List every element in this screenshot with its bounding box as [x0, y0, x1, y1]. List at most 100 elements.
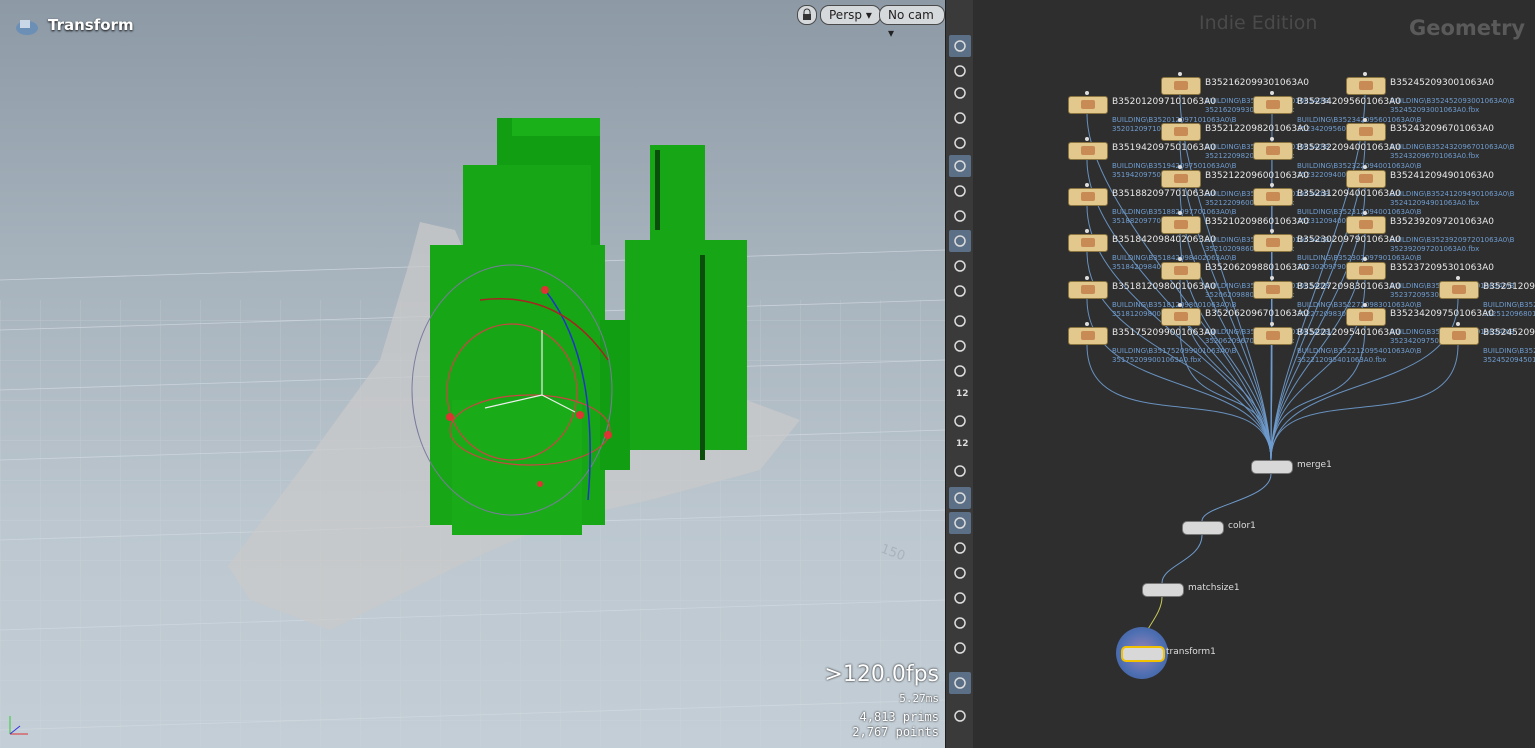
output-connector[interactable]	[1456, 322, 1460, 326]
output-connector[interactable]	[1085, 183, 1089, 187]
wireframe-button[interactable]	[949, 255, 971, 277]
file-node-body[interactable]	[1346, 123, 1386, 141]
file-node-body[interactable]	[1346, 216, 1386, 234]
output-connector[interactable]	[1270, 183, 1274, 187]
output-connector[interactable]	[1178, 72, 1182, 76]
output-connector[interactable]	[1363, 211, 1367, 215]
file-node-body[interactable]	[1253, 281, 1293, 299]
file-node[interactable]: B352162099301063A0BUILDING\B352162099301…	[1161, 72, 1329, 114]
scene-canvas[interactable]: 150	[0, 0, 945, 748]
file-node[interactable]: B352342095601063A0 BUILDING\B352342095601…	[1253, 91, 1421, 133]
file-node-body[interactable]	[1346, 308, 1386, 326]
lighting-button[interactable]	[949, 155, 971, 177]
display-options-button[interactable]	[949, 35, 971, 57]
file-node[interactable]: B352432096701063A0 BUILDING\B352432096701…	[1346, 118, 1514, 160]
normal-button[interactable]	[949, 335, 971, 357]
file-node[interactable]: B352512096801063A0BUILDING\B352512096801…	[1439, 276, 1535, 318]
file-node[interactable]: B352342097501063A0BUILDING\B352342097501…	[1346, 303, 1514, 345]
transform-node-body[interactable]	[1121, 646, 1165, 662]
edge-button[interactable]	[949, 460, 971, 482]
output-connector[interactable]	[1270, 276, 1274, 280]
file-node-body[interactable]	[1068, 327, 1108, 345]
file-node[interactable]: B352452093001063A0 BUILDING\B352452093001…	[1346, 72, 1514, 114]
file-node[interactable]: B352062096701063A0BUILDING\B352062096701…	[1161, 303, 1329, 345]
file-node-body[interactable]	[1439, 281, 1479, 299]
file-node[interactable]: B352312094001063A0 BUILDING\B352312094001…	[1253, 183, 1421, 225]
camera-button[interactable]	[949, 205, 971, 227]
handle-button[interactable]	[949, 587, 971, 609]
file-node[interactable]: B352452094501063A0 BUILDING\B352452094501…	[1439, 322, 1535, 364]
prim-number-button[interactable]: 12	[949, 435, 971, 457]
file-node[interactable]: B352122096001063A0BUILDING\B352122096001…	[1161, 165, 1329, 207]
file-node[interactable]: B352102098601063A0BUILDING\B352102098601…	[1161, 211, 1329, 253]
output-connector[interactable]	[1270, 91, 1274, 95]
select-button[interactable]	[949, 487, 971, 509]
file-node-body[interactable]	[1161, 216, 1201, 234]
file-node-body[interactable]	[1346, 77, 1386, 95]
network-editor[interactable]: Indie Edition Geometry B352162099301063A…	[973, 0, 1535, 748]
output-connector[interactable]	[1085, 91, 1089, 95]
file-node[interactable]: B351942097501063A0 BUILDING\B351942097501…	[1068, 137, 1236, 179]
output-connector[interactable]	[1270, 322, 1274, 326]
brush-button[interactable]	[949, 360, 971, 382]
transform-node[interactable]	[1116, 627, 1168, 679]
camera-mode-dropdown[interactable]: Persp ▾	[820, 5, 881, 25]
file-node[interactable]: B352392097201063A0 BUILDING\B352392097201…	[1346, 211, 1514, 253]
file-node[interactable]: B352012097101063A0 BUILDING\B352012097101…	[1068, 91, 1236, 133]
file-node[interactable]: B351882097701063A0 BUILDING\B351882097701…	[1068, 183, 1236, 225]
viewport-button[interactable]	[949, 612, 971, 634]
light-button[interactable]	[949, 180, 971, 202]
file-node[interactable]: B352302097901063A0 BUILDING\B352302097901…	[1253, 229, 1421, 271]
file-node[interactable]: B352372095301063A0BUILDING\B352372095301…	[1346, 257, 1514, 299]
image-button[interactable]	[949, 637, 971, 659]
file-node[interactable]: B351842098402063A0 BUILDING\B351842098402…	[1068, 229, 1236, 271]
file-node-body[interactable]	[1068, 188, 1108, 206]
geometry-button[interactable]	[949, 537, 971, 559]
file-node-body[interactable]	[1161, 262, 1201, 280]
output-connector[interactable]	[1178, 257, 1182, 261]
point-button[interactable]	[949, 310, 971, 332]
file-node-body[interactable]	[1346, 170, 1386, 188]
output-connector[interactable]	[1363, 165, 1367, 169]
file-node-body[interactable]	[1068, 96, 1108, 114]
file-node-body[interactable]	[1253, 96, 1293, 114]
file-node-body[interactable]	[1068, 234, 1108, 252]
output-connector[interactable]	[1178, 118, 1182, 122]
file-node-body[interactable]	[1253, 142, 1293, 160]
file-node-body[interactable]	[1346, 262, 1386, 280]
snap-button[interactable]	[949, 280, 971, 302]
camera-select-dropdown[interactable]: No cam ▾	[879, 5, 945, 40]
component-button[interactable]	[949, 562, 971, 584]
file-node-body[interactable]	[1068, 281, 1108, 299]
pin-button[interactable]	[949, 672, 971, 694]
file-node-body[interactable]	[1161, 308, 1201, 326]
output-connector[interactable]	[1363, 303, 1367, 307]
file-node-body[interactable]	[1253, 188, 1293, 206]
output-connector[interactable]	[1270, 137, 1274, 141]
output-connector[interactable]	[1363, 72, 1367, 76]
output-connector[interactable]	[1270, 229, 1274, 233]
camera-lock-button[interactable]	[797, 5, 817, 25]
file-node-body[interactable]	[1068, 142, 1108, 160]
file-node[interactable]: B352062098801063A0BUILDING\B352062098801…	[1161, 257, 1329, 299]
visibility-button[interactable]	[949, 107, 971, 129]
file-node-body[interactable]	[1161, 170, 1201, 188]
file-node[interactable]: B352272098301063A0 BUILDING\B352272098301…	[1253, 276, 1421, 318]
file-node-body[interactable]	[1161, 77, 1201, 95]
matchsize-node-body[interactable]	[1142, 583, 1184, 597]
output-connector[interactable]	[1085, 322, 1089, 326]
shading-button[interactable]	[949, 60, 971, 82]
output-connector[interactable]	[1085, 276, 1089, 280]
scene-viewport[interactable]: 150 Transform Persp ▾ No cam ▾ >120.0fps…	[0, 0, 945, 748]
file-node[interactable]: B352322094001063A0 BUILDING\B352322094001…	[1253, 137, 1421, 179]
ghost-button[interactable]	[949, 132, 971, 154]
point-number-button[interactable]: 12	[949, 385, 971, 407]
output-connector[interactable]	[1178, 165, 1182, 169]
output-connector[interactable]	[1363, 118, 1367, 122]
output-connector[interactable]	[1085, 229, 1089, 233]
output-connector[interactable]	[1363, 257, 1367, 261]
output-connector[interactable]	[1178, 303, 1182, 307]
guide-button[interactable]	[949, 410, 971, 432]
file-node-body[interactable]	[1439, 327, 1479, 345]
output-connector[interactable]	[1178, 211, 1182, 215]
